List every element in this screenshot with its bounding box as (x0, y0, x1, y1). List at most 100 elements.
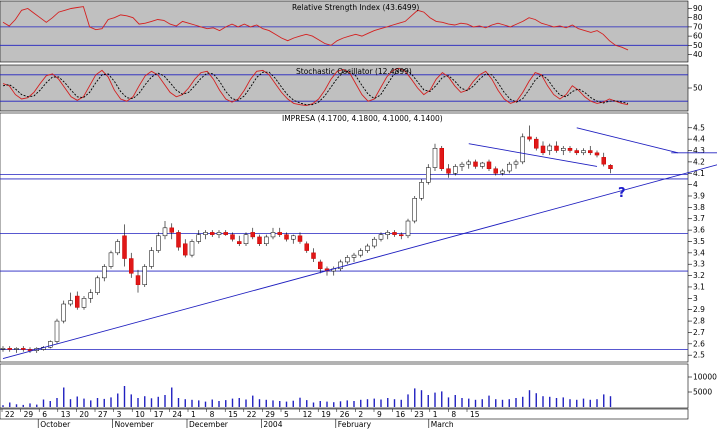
date-tick-label: 15 (470, 410, 480, 419)
candle-body (54, 320, 60, 342)
volume-bar (15, 404, 18, 407)
price-tick-label: 2.7 (693, 328, 705, 337)
volume-bar (461, 398, 463, 407)
candle-body (14, 348, 19, 350)
volume-bar (211, 399, 213, 407)
price-tick-label: 4.2 (693, 157, 705, 166)
candle-body (365, 245, 370, 251)
volume-bar (63, 387, 65, 407)
volume-bar (150, 398, 153, 407)
candle-body (601, 157, 606, 165)
date-tick-label: 29 (24, 410, 34, 419)
volume-bar (2, 405, 4, 407)
candle-body (95, 277, 100, 293)
candle-body (102, 266, 107, 279)
candle-body (399, 234, 404, 237)
volume-bar (265, 399, 267, 407)
date-tick-label: 13 (61, 410, 71, 419)
volume-bar (198, 400, 200, 407)
volume-bar (393, 399, 396, 407)
price-tick-label: 3 (693, 294, 698, 303)
volume-bar (306, 400, 308, 407)
volume-bar (549, 396, 551, 407)
volume-bar (468, 398, 470, 407)
volume-bar (414, 388, 416, 407)
volume-bar (400, 399, 402, 407)
volume-bar (177, 398, 180, 407)
candle-body (135, 275, 141, 285)
price-tick-label: 2.8 (693, 317, 705, 326)
volume-bar (171, 387, 173, 407)
volume-bar (252, 395, 254, 407)
candle-body (405, 220, 411, 237)
date-tick-label: 10 (135, 410, 145, 419)
rsi-tick-label: 70 (693, 22, 703, 31)
price-tick-label: 3.9 (693, 192, 705, 201)
volume-bar (360, 399, 362, 407)
candle-body (21, 348, 26, 350)
candle-body (385, 232, 390, 235)
date-tick-label: 29 (265, 410, 275, 419)
candle-body (237, 241, 242, 245)
candle-body (561, 147, 566, 151)
price-tick-label: 2.9 (693, 305, 705, 314)
volume-bar (9, 402, 11, 407)
price-tick-label: 3.8 (693, 203, 705, 212)
price-tick-label: 3.7 (693, 214, 705, 223)
rsi-tick-label: 50 (693, 41, 703, 50)
volume-bar (184, 399, 186, 407)
volume-bar (447, 397, 450, 407)
candle-body (351, 254, 357, 258)
volume-bar (110, 397, 112, 407)
volume-bar (245, 399, 247, 407)
candle-body (230, 234, 235, 240)
candle-body (284, 234, 289, 240)
price-panel: 2.5 2.6 2.7 2.8 2.9 3 3.1 3.2 3.3 3.4 3.5 3.6 3.7 3.8… (0, 112, 717, 363)
candle-body (169, 227, 174, 233)
candle-body (68, 300, 73, 305)
volume-bar (339, 401, 342, 407)
volume-bar (434, 392, 436, 407)
volume-bar (36, 404, 38, 407)
month-label: December (189, 420, 229, 429)
candle-body (392, 232, 397, 235)
volume-bar (407, 394, 409, 407)
candle-body (311, 252, 316, 259)
candle-body (149, 250, 154, 267)
volume-bar (420, 390, 423, 407)
price-tick-label: 4 (693, 180, 698, 189)
volume-bar (481, 399, 483, 407)
candle-body (527, 136, 532, 140)
candle-body (358, 250, 363, 256)
candle-body (216, 232, 222, 235)
volume-bar (137, 398, 139, 407)
volume-bar (258, 399, 261, 407)
date-tick-label: 26 (340, 410, 350, 419)
volume-bar (333, 402, 335, 407)
rsi-panel: 405060708090 Relative Strength Index (43… (0, 0, 703, 63)
volume-bar (582, 398, 585, 407)
candle-body (142, 266, 147, 285)
candle-body (115, 241, 120, 254)
volume-bar (191, 399, 193, 407)
volume-bar (83, 398, 85, 407)
volume-bar (117, 393, 119, 407)
volume-bar (508, 399, 510, 407)
date-tick-label: 1 (191, 410, 196, 419)
volume-bar (292, 400, 294, 407)
candle-body (297, 235, 303, 242)
date-tick-label: 3 (117, 410, 122, 419)
candle-body (554, 145, 559, 151)
candle-body (264, 236, 269, 245)
candle-body (500, 170, 505, 174)
date-tick-label: 27 (98, 410, 108, 419)
volume-bar (562, 397, 564, 407)
candle-body (534, 138, 539, 149)
candle-body (122, 235, 127, 259)
candle-body (520, 136, 525, 163)
volume-bar (346, 400, 348, 407)
volume-bar (299, 397, 301, 407)
price-tick-label: 4.3 (693, 146, 705, 155)
candle-body (412, 198, 417, 222)
date-tick-label: 5 (284, 410, 289, 419)
